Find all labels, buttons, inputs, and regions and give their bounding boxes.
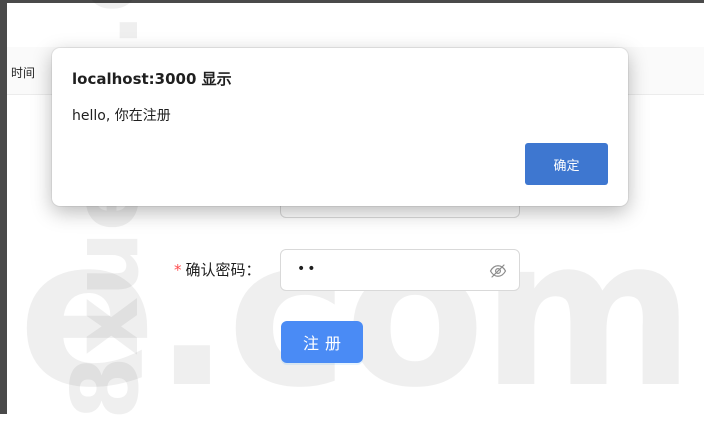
window-top-border: [0, 0, 704, 3]
alert-dialog: localhost:3000 显示 hello, 你在注册 确定: [52, 48, 628, 206]
eye-off-icon[interactable]: [489, 262, 507, 280]
confirm-password-input[interactable]: ••: [280, 249, 520, 291]
password-masked-value: ••: [297, 261, 318, 277]
confirm-password-label-text: 确认密码：: [185, 261, 261, 279]
confirm-password-label: * 确认密码：: [174, 259, 261, 280]
window-left-border: [0, 0, 7, 414]
dialog-message: hello, 你在注册: [72, 108, 171, 124]
ok-button[interactable]: 确定: [525, 143, 608, 185]
required-mark: *: [174, 261, 182, 279]
table-header-cell: 时间: [11, 66, 36, 80]
register-button[interactable]: 注册: [281, 321, 363, 363]
watermark-horizontal: e.com: [18, 195, 695, 433]
dialog-title: localhost:3000 显示: [72, 70, 232, 88]
